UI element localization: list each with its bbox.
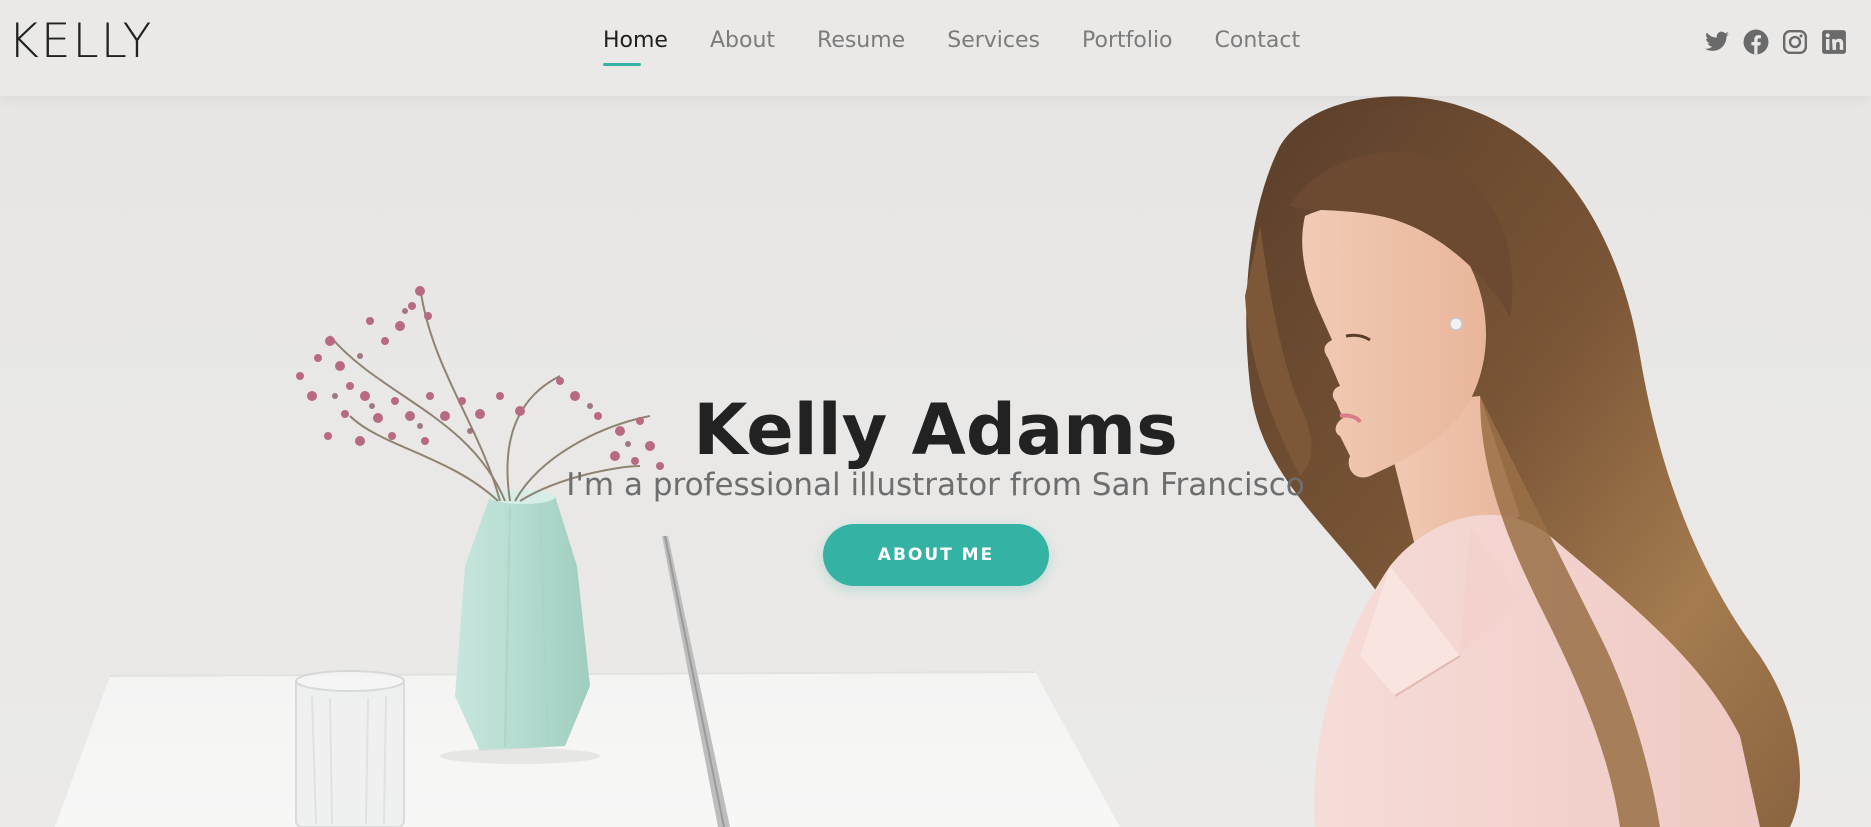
social-links: [1704, 29, 1847, 55]
twitter-icon[interactable]: [1704, 29, 1730, 55]
nav-item-contact[interactable]: Contact: [1215, 26, 1301, 56]
hero-section: Kelly Adams I'm a professional illustrat…: [0, 96, 1871, 827]
nav-item-resume[interactable]: Resume: [817, 26, 905, 56]
page: KELLY Home About Resume Services Portfol…: [0, 0, 1871, 827]
site-header: KELLY Home About Resume Services Portfol…: [0, 0, 1871, 96]
about-me-button[interactable]: ABOUT ME: [823, 524, 1049, 586]
nav-item-services[interactable]: Services: [947, 26, 1040, 56]
facebook-icon[interactable]: [1743, 29, 1769, 55]
hero-title: Kelly Adams: [693, 388, 1178, 471]
main-nav: Home About Resume Services Portfolio Con…: [603, 26, 1342, 66]
nav-item-home[interactable]: Home: [603, 26, 668, 66]
hero-subtitle: I'm a professional illustrator from San …: [566, 467, 1305, 503]
linkedin-icon[interactable]: [1821, 29, 1847, 55]
site-logo[interactable]: KELLY: [8, 14, 153, 70]
nav-item-portfolio[interactable]: Portfolio: [1082, 26, 1173, 56]
nav-item-about[interactable]: About: [710, 26, 775, 56]
instagram-icon[interactable]: [1782, 29, 1808, 55]
